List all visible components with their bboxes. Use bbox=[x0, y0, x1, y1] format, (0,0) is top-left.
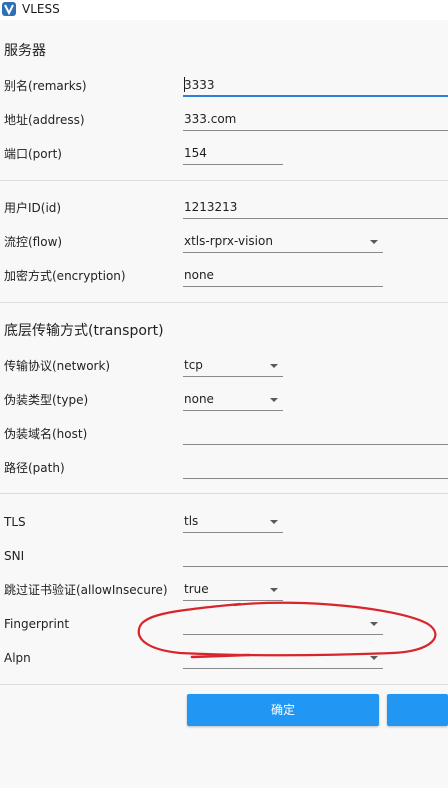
section-title-server: 服务器 bbox=[4, 43, 46, 59]
address-value: 333.com bbox=[184, 112, 237, 126]
title-bar: VLESS bbox=[0, 0, 448, 20]
flow-value: xtls-rprx-vision bbox=[184, 234, 273, 248]
section-divider bbox=[0, 180, 448, 181]
port-field[interactable]: 154 bbox=[183, 143, 283, 165]
section-title-transport: 底层传输方式(transport) bbox=[4, 323, 164, 339]
remarks-value: 3333 bbox=[184, 78, 215, 92]
tls-label: TLS bbox=[4, 515, 26, 529]
network-value: tcp bbox=[184, 358, 203, 372]
chevron-down-icon bbox=[370, 656, 378, 660]
ok-button[interactable]: 确定 bbox=[187, 694, 379, 726]
allow-insecure-value: true bbox=[184, 582, 209, 596]
section-divider bbox=[0, 302, 448, 303]
header-type-select[interactable]: none bbox=[183, 389, 283, 411]
cancel-button[interactable] bbox=[387, 694, 448, 726]
path-field[interactable] bbox=[183, 457, 448, 479]
allow-insecure-select[interactable]: true bbox=[183, 579, 283, 601]
user-id-label: 用户ID(id) bbox=[4, 201, 62, 215]
remarks-label: 别名(remarks) bbox=[4, 79, 87, 93]
window-title: VLESS bbox=[22, 2, 60, 16]
encryption-label: 加密方式(encryption) bbox=[4, 269, 126, 283]
chevron-down-icon bbox=[270, 398, 278, 402]
encryption-value: none bbox=[184, 268, 214, 282]
tls-value: tls bbox=[184, 514, 199, 528]
port-value: 154 bbox=[184, 146, 207, 160]
host-label: 伪装域名(host) bbox=[4, 427, 88, 441]
sni-field[interactable] bbox=[183, 545, 448, 567]
fingerprint-label: Fingerprint bbox=[4, 617, 70, 631]
user-id-value: 1213213 bbox=[184, 200, 238, 214]
chevron-down-icon bbox=[270, 588, 278, 592]
chevron-down-icon bbox=[370, 622, 378, 626]
sni-label: SNI bbox=[4, 549, 25, 563]
fingerprint-select[interactable] bbox=[183, 613, 383, 635]
network-select[interactable]: tcp bbox=[183, 355, 283, 377]
header-type-value: none bbox=[184, 392, 214, 406]
port-label: 端口(port) bbox=[4, 147, 62, 161]
host-field[interactable] bbox=[183, 423, 448, 445]
alpn-select[interactable] bbox=[183, 647, 383, 669]
alpn-label: Alpn bbox=[4, 651, 31, 665]
address-field[interactable]: 333.com bbox=[183, 109, 448, 131]
section-divider bbox=[0, 684, 448, 685]
chevron-down-icon bbox=[270, 364, 278, 368]
chevron-down-icon bbox=[370, 240, 378, 244]
address-label: 地址(address) bbox=[4, 113, 85, 127]
flow-select[interactable]: xtls-rprx-vision bbox=[183, 231, 383, 253]
user-id-field[interactable]: 1213213 bbox=[183, 197, 448, 219]
network-label: 传输协议(network) bbox=[4, 359, 111, 373]
encryption-field[interactable]: none bbox=[183, 265, 383, 287]
flow-label: 流控(flow) bbox=[4, 235, 63, 249]
path-label: 路径(path) bbox=[4, 461, 65, 475]
tls-select[interactable]: tls bbox=[183, 511, 283, 533]
text-caret bbox=[184, 77, 185, 92]
v2rayn-v-logo-icon bbox=[2, 2, 16, 16]
allow-insecure-label: 跳过证书验证(allowInsecure) bbox=[4, 583, 168, 597]
header-type-label: 伪装类型(type) bbox=[4, 393, 89, 407]
remarks-field[interactable]: 3333 bbox=[183, 75, 448, 97]
section-divider bbox=[0, 493, 448, 494]
chevron-down-icon bbox=[270, 520, 278, 524]
